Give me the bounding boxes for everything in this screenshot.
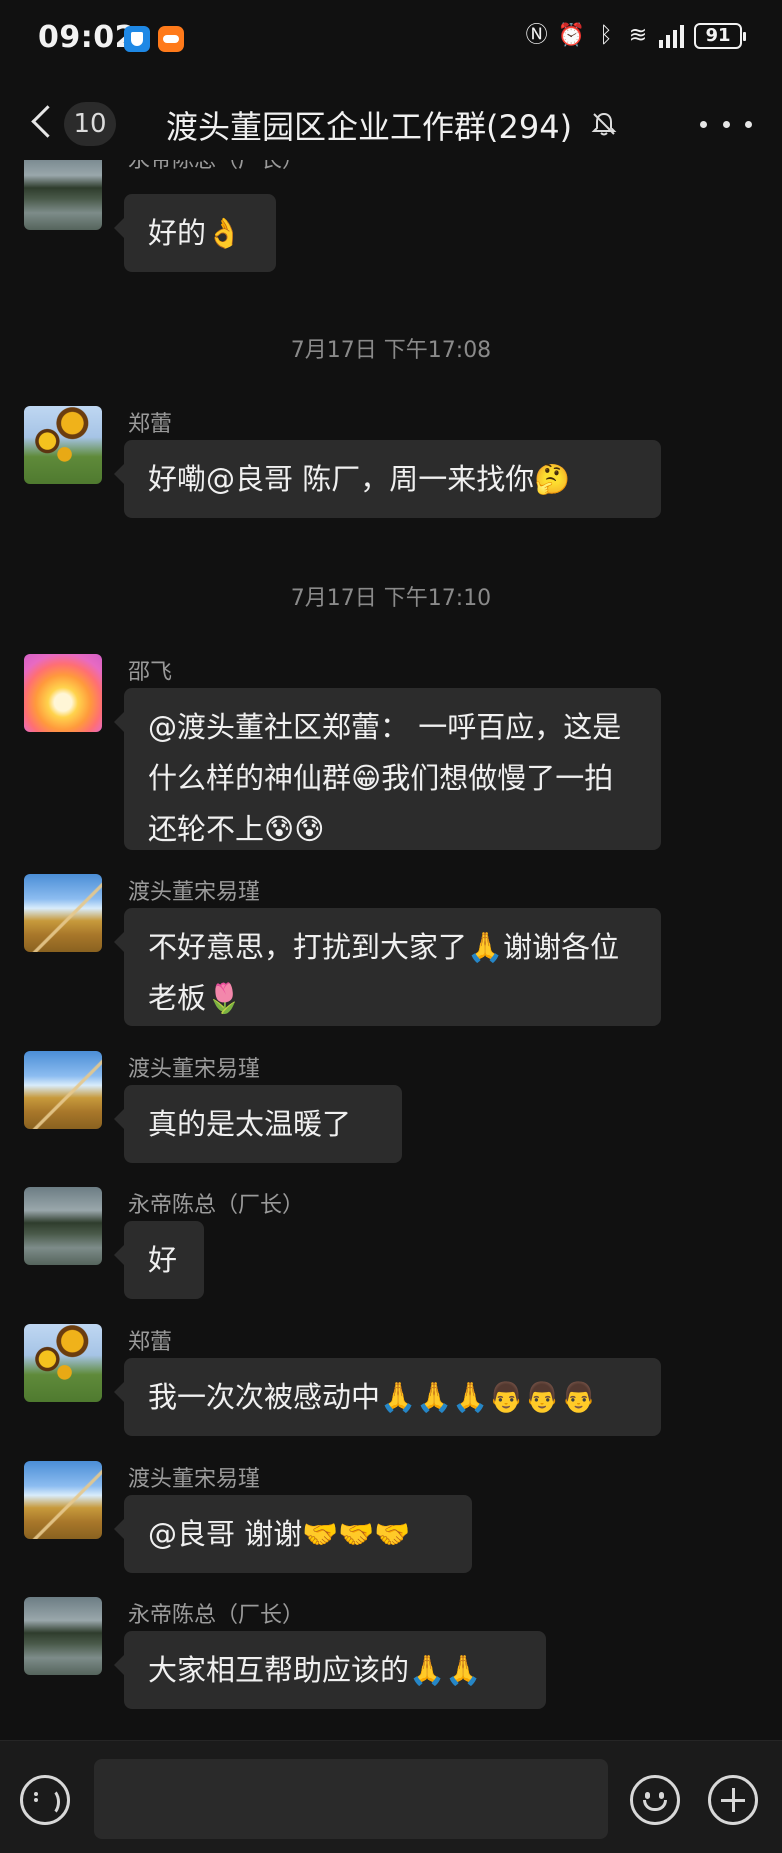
message-bubble[interactable]: 不好意思，打扰到大家了🙏谢谢各位老板🌷	[114, 908, 661, 1026]
sender-name: 永帝陈总（厂长）	[128, 1193, 305, 1218]
message-bubble[interactable]: 好嘞@良哥 陈厂，周一来找你🤔	[114, 440, 661, 518]
message-bubble[interactable]: 我一次次被感动中🙏🙏🙏👨👨👨	[114, 1358, 661, 1436]
avatar[interactable]	[24, 1187, 102, 1265]
sender-name: 郑蕾	[128, 1330, 173, 1355]
sender-name: 渡头董宋易瑾	[128, 1467, 261, 1492]
timestamp: 7月17日 下午17:08	[290, 338, 492, 363]
orange-app-icon	[158, 26, 184, 52]
plus-icon[interactable]	[708, 1775, 758, 1825]
message-bubble[interactable]: @良哥 谢谢🤝🤝🤝	[114, 1495, 472, 1573]
chat-title: 渡头董园区企业工作群(294)	[166, 108, 573, 146]
timestamp: 7月17日 下午17:10	[290, 586, 492, 611]
avatar[interactable]	[24, 874, 102, 952]
avatar[interactable]	[24, 160, 102, 230]
avatar[interactable]	[24, 1051, 102, 1129]
avatar[interactable]	[24, 406, 102, 484]
sender-name: 郑蕾	[128, 412, 173, 437]
message-input[interactable]	[94, 1759, 608, 1839]
more-dots-icon[interactable]	[700, 106, 752, 142]
avatar[interactable]	[24, 1597, 102, 1675]
avatar[interactable]	[24, 1461, 102, 1539]
status-icons: Ⓝ ⏰ ᛒ ≋ 91	[525, 22, 746, 50]
message-bubble[interactable]: 大家相互帮助应该的🙏🙏	[114, 1631, 546, 1709]
chat-messages[interactable]: 永帝陈总（厂长） 好的👌 7月17日 下午17:08 郑蕾 好嘞@良哥 陈厂，周…	[0, 160, 782, 1740]
voice-icon[interactable]	[20, 1775, 70, 1825]
message-bubble[interactable]: 真的是太温暖了	[114, 1085, 402, 1163]
status-time: 09:02	[38, 20, 136, 55]
chat-header: 10 渡头董园区企业工作群(294)	[0, 88, 782, 160]
signal-icon	[659, 24, 684, 48]
shield-app-icon	[124, 26, 150, 52]
mute-bell-icon	[591, 112, 617, 136]
message-bubble[interactable]: 好	[114, 1221, 204, 1299]
emoji-icon[interactable]	[630, 1775, 680, 1825]
sender-name: 永帝陈总（厂长）	[128, 1603, 305, 1628]
sender-name: 渡头董宋易瑾	[128, 880, 261, 905]
nfc-icon: Ⓝ	[525, 23, 548, 48]
avatar[interactable]	[24, 1324, 102, 1402]
avatar[interactable]	[24, 654, 102, 732]
sender-name: 邵飞	[128, 660, 173, 685]
battery-icon: 91	[694, 23, 746, 49]
alarm-icon: ⏰	[557, 23, 585, 48]
message-bubble[interactable]: 好的👌	[114, 194, 276, 272]
status-bar: 09:02 Ⓝ ⏰ ᛒ ≋ 91	[0, 0, 782, 80]
sender-name: 永帝陈总（厂长）	[128, 160, 305, 173]
message-bubble[interactable]: @渡头董社区郑蕾： 一呼百应，这是什么样的神仙群😁我们想做慢了一拍还轮不上😰😰	[114, 688, 661, 850]
unread-count-badge[interactable]: 10	[64, 102, 116, 146]
input-bar	[0, 1740, 782, 1853]
wifi-icon: ≋	[628, 23, 648, 48]
bluetooth-icon: ᛒ	[599, 23, 613, 48]
sender-name: 渡头董宋易瑾	[128, 1057, 261, 1082]
back-arrow-icon[interactable]	[28, 104, 64, 144]
